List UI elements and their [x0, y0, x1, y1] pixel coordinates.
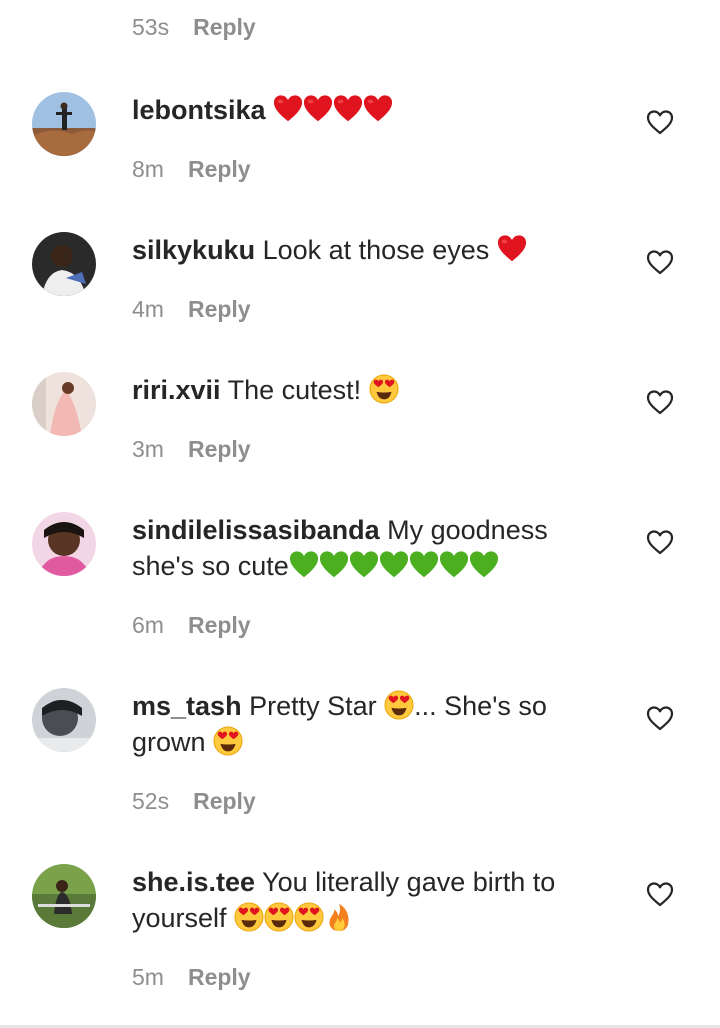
- comment-body: ... She's so: [414, 691, 547, 721]
- comment-body: grown: [132, 727, 206, 757]
- comment-username[interactable]: ms_tash: [132, 691, 242, 721]
- avatar[interactable]: [32, 864, 96, 928]
- comment-timestamp: 5m: [132, 964, 164, 990]
- previous-comment-meta: 53s Reply: [132, 14, 256, 41]
- heart-eyes-icon: [264, 902, 294, 932]
- green-heart-icon: [319, 550, 349, 580]
- green-heart-icon: [409, 550, 439, 580]
- green-heart-icon: [379, 550, 409, 580]
- like-heart-icon[interactable]: [646, 881, 674, 907]
- avatar[interactable]: [32, 92, 96, 156]
- heart-eyes-icon: [294, 902, 324, 932]
- comment-meta: 4m Reply: [132, 296, 251, 323]
- comment-meta: 8m Reply: [132, 156, 251, 183]
- comment-body: yourself: [132, 903, 227, 933]
- like-heart-icon[interactable]: [646, 389, 674, 415]
- comment-body: Look at those eyes: [262, 235, 490, 265]
- heart-eyes-icon: [234, 902, 264, 932]
- fire-icon: [324, 902, 354, 932]
- red-heart-icon: [303, 94, 333, 124]
- comment-username[interactable]: sindilelissasibanda: [132, 515, 380, 545]
- reply-button[interactable]: Reply: [188, 612, 251, 639]
- green-heart-icon: [349, 550, 379, 580]
- comment-timestamp: 4m: [132, 296, 164, 322]
- reply-button[interactable]: Reply: [188, 156, 251, 183]
- comment-username[interactable]: she.is.tee: [132, 867, 255, 897]
- green-heart-icon: [439, 550, 469, 580]
- comment-text: riri.xvii The cutest!: [132, 372, 602, 408]
- comment-timestamp: 3m: [132, 436, 164, 462]
- comment-timestamp: 8m: [132, 156, 164, 182]
- reply-button[interactable]: Reply: [188, 436, 251, 463]
- avatar[interactable]: [32, 688, 96, 752]
- comment-username[interactable]: lebontsika: [132, 95, 266, 125]
- comment-meta: 6m Reply: [132, 612, 251, 639]
- like-heart-icon[interactable]: [646, 705, 674, 731]
- green-heart-icon: [469, 550, 499, 580]
- comment-text: she.is.tee You literally gave birth to y…: [132, 864, 602, 936]
- reply-button[interactable]: Reply: [188, 296, 251, 323]
- comment-body: My goodness: [387, 515, 548, 545]
- red-heart-icon: [333, 94, 363, 124]
- comment-body: The cutest!: [227, 375, 362, 405]
- reply-button[interactable]: Reply: [193, 788, 256, 815]
- green-heart-icon: [289, 550, 319, 580]
- comment-text: silkykuku Look at those eyes: [132, 232, 602, 268]
- heart-eyes-icon: [384, 690, 414, 720]
- comment-meta: 5m Reply: [132, 964, 251, 991]
- red-heart-icon: [363, 94, 393, 124]
- comment-text: lebontsika: [132, 92, 602, 128]
- comment-username[interactable]: silkykuku: [132, 235, 255, 265]
- avatar[interactable]: [32, 232, 96, 296]
- heart-eyes-icon: [213, 726, 243, 756]
- comment-text: sindilelissasibanda My goodness she's so…: [132, 512, 602, 584]
- comment-username[interactable]: riri.xvii: [132, 375, 221, 405]
- red-heart-icon: [273, 94, 303, 124]
- avatar[interactable]: [32, 512, 96, 576]
- comment-body: You literally gave birth to: [262, 867, 556, 897]
- comment-body: she's so cute: [132, 551, 289, 581]
- comment-meta: 3m Reply: [132, 436, 251, 463]
- reply-button[interactable]: Reply: [193, 14, 256, 41]
- reply-button[interactable]: Reply: [188, 964, 251, 991]
- like-heart-icon[interactable]: [646, 529, 674, 555]
- comment-timestamp: 52s: [132, 788, 170, 814]
- like-heart-icon[interactable]: [646, 249, 674, 275]
- comment-text: ms_tash Pretty Star ... She's so grown: [132, 688, 602, 760]
- heart-eyes-icon: [369, 374, 399, 404]
- comment-meta: 52s Reply: [132, 788, 256, 815]
- comment-body: Pretty Star: [249, 691, 377, 721]
- comment-timestamp: 53s: [132, 14, 170, 40]
- red-heart-icon: [497, 234, 527, 264]
- avatar[interactable]: [32, 372, 96, 436]
- like-heart-icon[interactable]: [646, 109, 674, 135]
- comment-timestamp: 6m: [132, 612, 164, 638]
